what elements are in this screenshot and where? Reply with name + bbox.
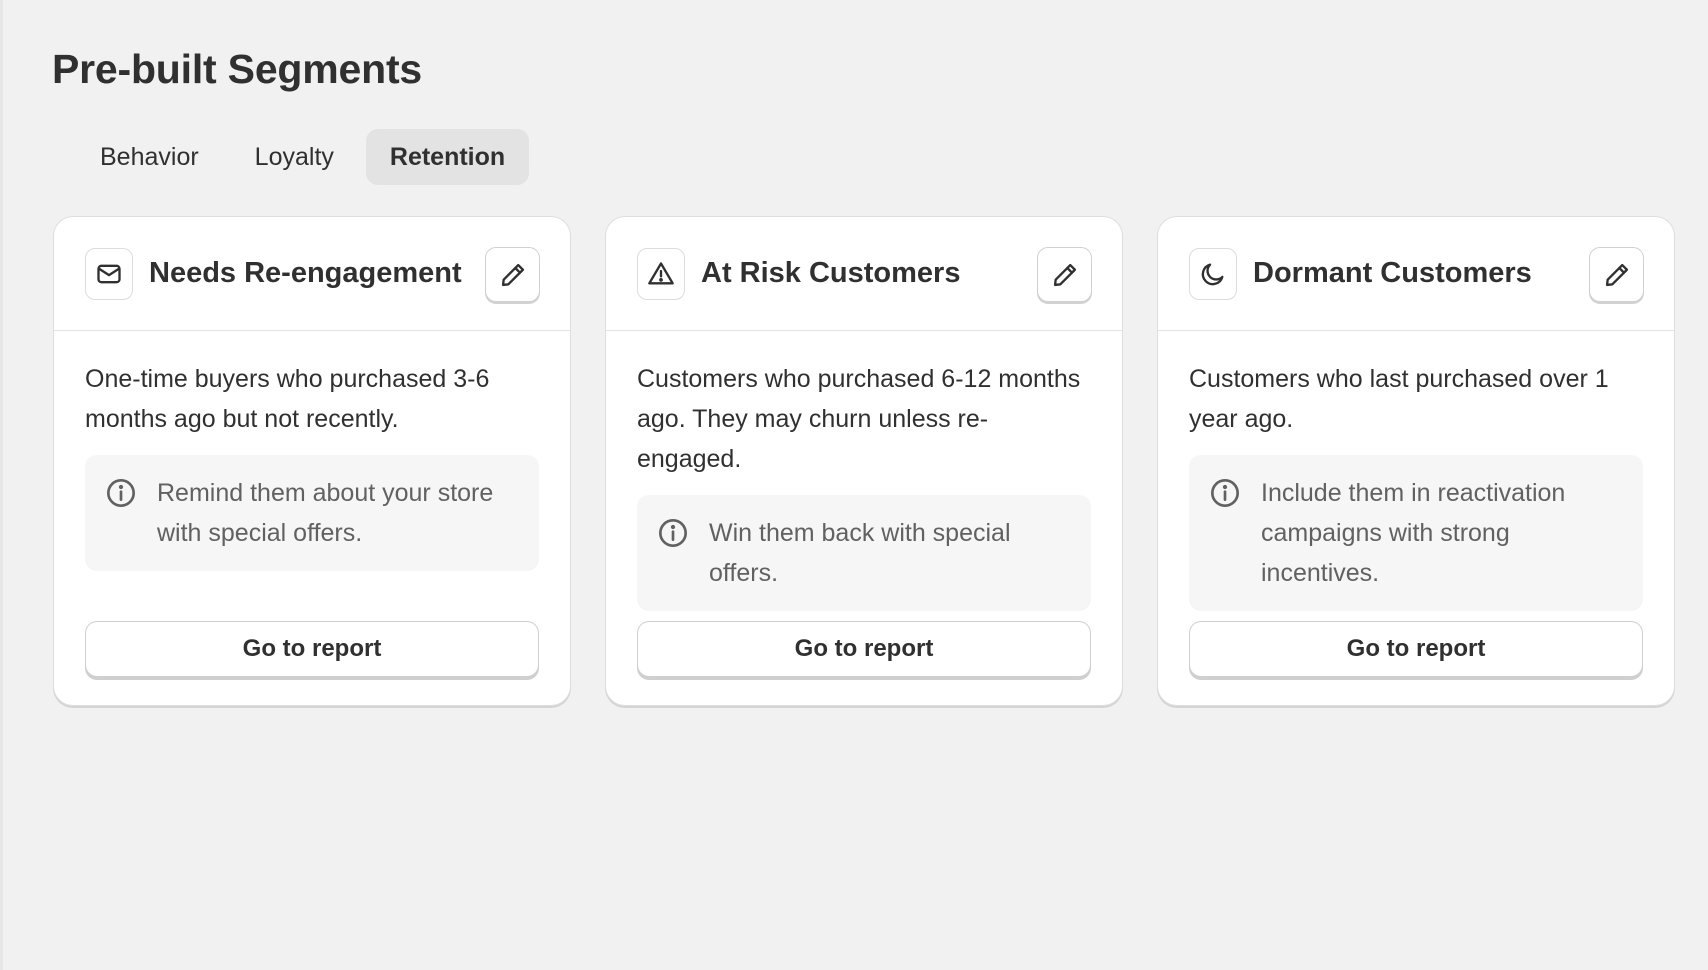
go-to-report-button[interactable]: Go to report (637, 621, 1091, 677)
tip-banner: Win them back with special offers. (637, 495, 1091, 611)
tab-retention[interactable]: Retention (365, 129, 530, 185)
card-header: Dormant Customers (1158, 217, 1674, 331)
tip-banner: Include them in reactivation campaigns w… (1189, 455, 1643, 611)
info-icon (1211, 479, 1239, 507)
card-body: One-time buyers who purchased 3-6 months… (54, 331, 570, 571)
card-header: Needs Re-engagement (54, 217, 570, 331)
warning-icon (637, 247, 685, 300)
info-icon (659, 519, 687, 547)
envelope-icon (85, 247, 133, 300)
edit-button[interactable] (1589, 247, 1644, 302)
edit-button[interactable] (1037, 247, 1092, 302)
segment-tabs: Behavior Loyalty Retention (76, 129, 530, 185)
segment-card-needs-reengagement: Needs Re-engagement One-time buyers who … (53, 216, 571, 706)
tab-loyalty[interactable]: Loyalty (231, 129, 358, 185)
tip-text: Remind them about your store with specia… (157, 479, 494, 547)
pencil-icon (1605, 263, 1628, 286)
card-description: Customers who last purchased over 1 year… (1189, 365, 1609, 433)
card-body: Customers who purchased 6-12 months ago.… (606, 331, 1122, 611)
segment-card-dormant: Dormant Customers Customers who last pur… (1157, 216, 1675, 706)
go-to-report-button[interactable]: Go to report (85, 621, 539, 677)
segment-card-at-risk: At Risk Customers Customers who purchase… (605, 216, 1123, 706)
card-title: Dormant Customers (1253, 257, 1532, 289)
page-title: Pre-built Segments (52, 46, 423, 92)
card-header: At Risk Customers (606, 217, 1122, 331)
pencil-icon (501, 263, 524, 286)
card-title: Needs Re-engagement (149, 257, 462, 289)
card-body: Customers who last purchased over 1 year… (1158, 331, 1674, 611)
left-edge-divider (0, 0, 3, 970)
card-description: One-time buyers who purchased 3-6 months… (85, 365, 490, 433)
moon-icon (1189, 247, 1237, 300)
tip-text: Win them back with special offers. (709, 519, 1011, 587)
info-icon (107, 479, 135, 507)
edit-button[interactable] (485, 247, 540, 302)
card-title: At Risk Customers (701, 257, 961, 289)
tip-text: Include them in reactivation campaigns w… (1261, 479, 1566, 587)
tab-behavior[interactable]: Behavior (76, 129, 223, 185)
tip-banner: Remind them about your store with specia… (85, 455, 539, 571)
card-description: Customers who purchased 6-12 months ago.… (637, 365, 1081, 473)
go-to-report-button[interactable]: Go to report (1189, 621, 1643, 677)
pencil-icon (1053, 263, 1076, 286)
page: Pre-built Segments Behavior Loyalty Rete… (0, 0, 1708, 970)
segment-cards: Needs Re-engagement One-time buyers who … (53, 216, 1675, 706)
